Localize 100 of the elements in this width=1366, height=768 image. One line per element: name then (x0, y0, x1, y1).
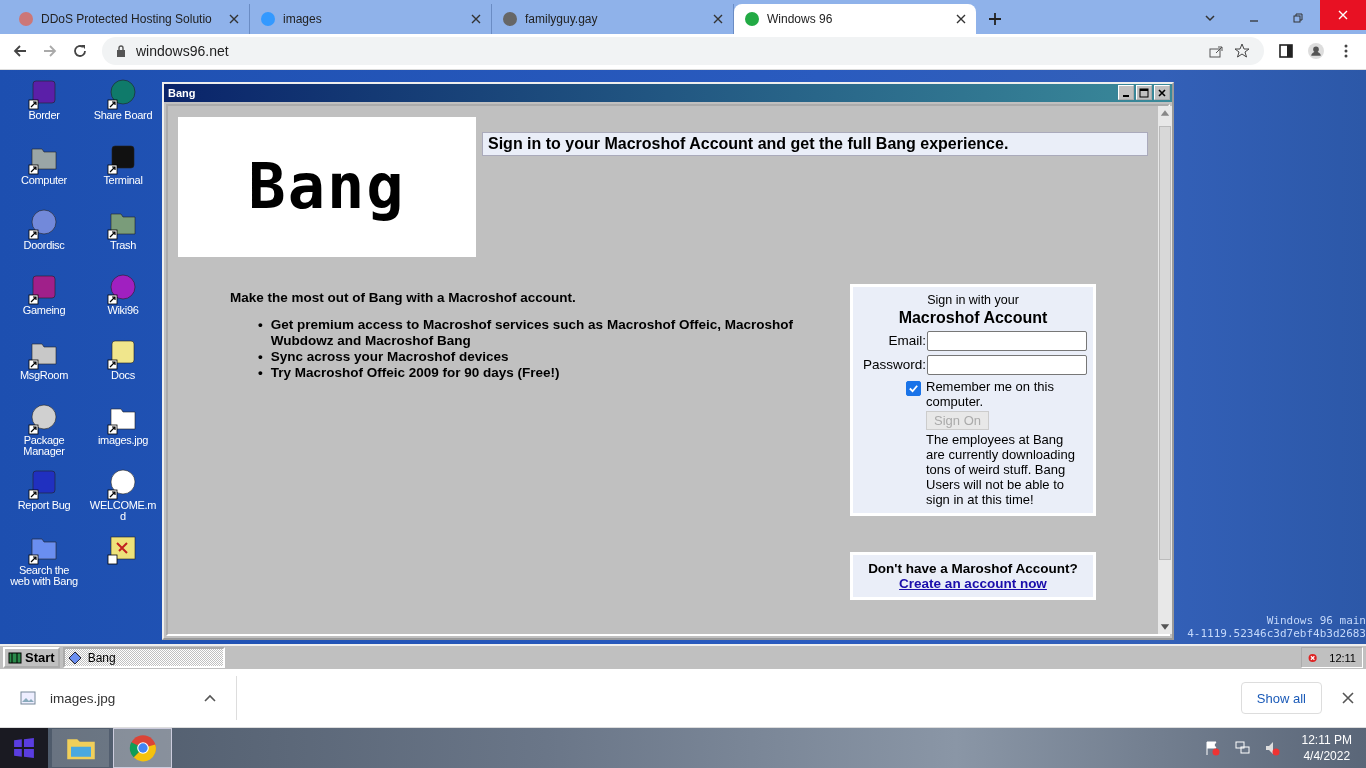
desktop-icon[interactable]: Docs (107, 337, 139, 403)
browser-tab[interactable]: familyguy.gay (492, 3, 734, 34)
close-icon[interactable] (713, 13, 723, 24)
tab-title: DDoS Protected Hosting Solutio (41, 11, 213, 26)
close-icon (1337, 9, 1349, 21)
browser-tab[interactable]: DDoS Protected Hosting Solutio (8, 3, 250, 34)
maximize-button[interactable] (1136, 85, 1152, 101)
profile-icon[interactable] (1308, 43, 1324, 60)
checkmark-icon (908, 382, 919, 394)
icon-label: WELCOME.md (89, 499, 157, 522)
scrollbar[interactable] (1158, 105, 1172, 634)
signup-question: Don't have a Maroshof Account? (868, 560, 1078, 576)
icon-label: Border (28, 109, 60, 121)
taskbar-app[interactable] (52, 729, 109, 767)
clock-text: 12:11 (1329, 651, 1356, 664)
shortcut-icon (107, 77, 139, 110)
desktop-icon[interactable]: Wiki96 (107, 272, 139, 338)
close-icon[interactable] (229, 13, 239, 24)
email-field[interactable] (927, 330, 1087, 351)
icon-label: images.jpg (97, 434, 149, 446)
feature-item: Get premium access to Macroshof services such as Macroshof Offeic, Macroshof Wubdowz and Macroshof Bang (270, 316, 794, 349)
icon-label: Doordisc (23, 239, 65, 251)
window-title: Bang (168, 86, 196, 99)
network-icon[interactable] (1233, 740, 1250, 756)
diamond-icon (67, 650, 82, 665)
taskbar-app[interactable] (113, 728, 172, 768)
remember-checkbox[interactable] (906, 380, 921, 396)
close-icon[interactable] (471, 13, 481, 24)
favicon-icon (744, 10, 760, 27)
desktop-icon[interactable]: Gameing (22, 272, 66, 338)
browser-tab[interactable]: images (250, 3, 492, 34)
icon-label: Computer (21, 174, 67, 186)
email-label: Email: (888, 333, 926, 349)
favicon-icon (260, 10, 276, 27)
feature-item: Try Macroshof Offeic 2009 for 90 days (Free!) (270, 364, 560, 381)
caret-up-icon[interactable] (204, 694, 216, 703)
password-field[interactable] (927, 354, 1087, 375)
desktop-icon[interactable]: images.jpg (97, 402, 149, 468)
image-file-icon (20, 691, 36, 706)
desktop-icon[interactable]: Package Manager (10, 402, 78, 468)
tab-title: images (283, 11, 323, 26)
desktop-icon[interactable]: Computer (21, 142, 67, 208)
icon-label: Share Board (93, 109, 153, 121)
icon-label: Package Manager (22, 434, 66, 457)
version-text: 4-1119.52346c3d7ebf4b3d2683 (1187, 627, 1366, 641)
speaker-icon[interactable] (1263, 740, 1280, 756)
icon-label: Terminal (103, 174, 143, 186)
taskbar-button[interactable]: Bang (62, 647, 225, 669)
new-tab-icon[interactable] (988, 11, 1002, 26)
icon-label: Search the web with Bang (10, 564, 78, 587)
password-label: Password: (862, 357, 926, 373)
browser-icon (128, 734, 157, 762)
desktop-icon[interactable]: Report Bug (17, 467, 71, 533)
signin-title: Macroshof Account (898, 308, 1048, 327)
minimize-icon (1123, 94, 1129, 97)
windows-start-button[interactable] (0, 728, 48, 768)
desktop-icon[interactable]: Doordisc (23, 207, 65, 273)
desktop-icon[interactable]: Trash (107, 207, 139, 273)
star-icon[interactable] (1234, 43, 1250, 60)
remember-label: Remember me on this computer. (926, 378, 1055, 409)
favicon-icon (502, 10, 518, 27)
icon-label: Trash (109, 239, 137, 251)
desktop-icon[interactable]: Share Board (93, 77, 153, 143)
icon-label: Wiki96 (107, 304, 139, 316)
signin-subtitle: Sign in with your (927, 292, 1019, 307)
show-all-button[interactable]: Show all (1240, 682, 1322, 715)
icon-label: MsgRoom (20, 369, 68, 381)
bullet-marker: • (258, 348, 263, 365)
restore-icon[interactable] (1292, 11, 1304, 24)
favicon-icon (18, 10, 34, 27)
close-icon[interactable] (1342, 692, 1354, 705)
desktop-icon[interactable]: MsgRoom (20, 337, 68, 403)
tab-title: familyguy.gay (525, 11, 599, 26)
bullet-marker: • (258, 316, 263, 334)
download-item[interactable]: images.jpg (20, 676, 237, 721)
flag-icon[interactable] (1203, 740, 1220, 756)
lock-icon (116, 45, 126, 58)
intro-text: Make the most out of Bang with a Macroshof account. (230, 289, 577, 305)
system-clock[interactable]: 12:11 PM 4/4/2022 (1301, 732, 1352, 764)
close-icon[interactable] (956, 13, 966, 24)
bang-logo: Bang (178, 116, 476, 257)
desktop-icon[interactable]: Terminal (103, 142, 143, 208)
close-button[interactable] (1154, 85, 1170, 101)
desktop-icon[interactable]: Border (28, 77, 60, 143)
reload-icon[interactable] (72, 43, 88, 60)
start-button[interactable]: Start (3, 647, 60, 669)
version-text: Windows 96 main (1266, 614, 1366, 628)
windows-logo-icon (13, 737, 35, 759)
share-icon[interactable] (1208, 43, 1224, 60)
minimize-button[interactable] (1118, 85, 1134, 101)
desktop-icon[interactable]: Search the web with Bang (10, 532, 78, 598)
create-account-link[interactable]: Create an account now (899, 575, 1047, 591)
start-logo-icon (8, 650, 22, 665)
shortcut-icon (107, 467, 139, 500)
sidebar-icon[interactable] (1278, 43, 1294, 60)
browser-tab[interactable]: Windows 96 (734, 3, 976, 34)
url-text: windows96.net (136, 43, 229, 60)
desktop-icon[interactable]: WELCOME.md (89, 467, 157, 533)
address-bar[interactable]: windows96.net (102, 37, 1264, 66)
close-icon (1157, 87, 1167, 98)
